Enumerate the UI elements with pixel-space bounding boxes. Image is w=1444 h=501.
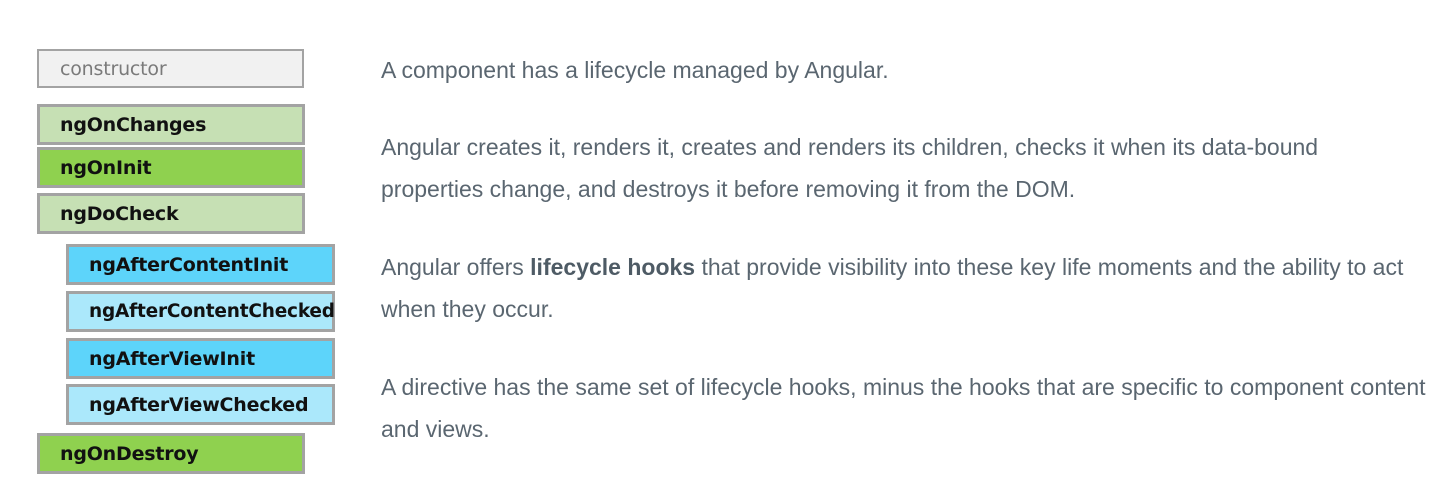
paragraph-hooks: Angular offers lifecycle hooks that prov…	[381, 246, 1426, 330]
constructor-box: constructor	[37, 49, 304, 88]
ng-after-view-checked-box: ngAfterViewChecked	[66, 384, 335, 425]
paragraph-directive: A directive has the same set of lifecycl…	[381, 374, 1426, 442]
ng-on-init-box: ngOnInit	[37, 147, 305, 188]
ng-on-changes-box: ngOnChanges	[37, 104, 305, 145]
lifecycle-hooks-term: lifecycle hooks	[530, 254, 696, 280]
ng-after-content-checked-box: ngAfterContentChecked	[66, 291, 335, 332]
paragraph-hooks-start: Angular offers	[381, 254, 531, 280]
ng-after-content-init-box: ngAfterContentInit	[66, 244, 335, 285]
paragraph-creation: Angular creates it, renders it, creates …	[381, 134, 1319, 202]
ng-on-destroy-box: ngOnDestroy	[37, 433, 305, 474]
paragraph-intro: A component has a lifecycle managed by A…	[381, 57, 889, 83]
lifecycle-diagram: constructor ngOnChanges ngOnInit ngDoChe…	[0, 0, 360, 501]
ng-do-check-box: ngDoCheck	[37, 193, 305, 234]
ng-after-view-init-box: ngAfterViewInit	[66, 338, 335, 379]
